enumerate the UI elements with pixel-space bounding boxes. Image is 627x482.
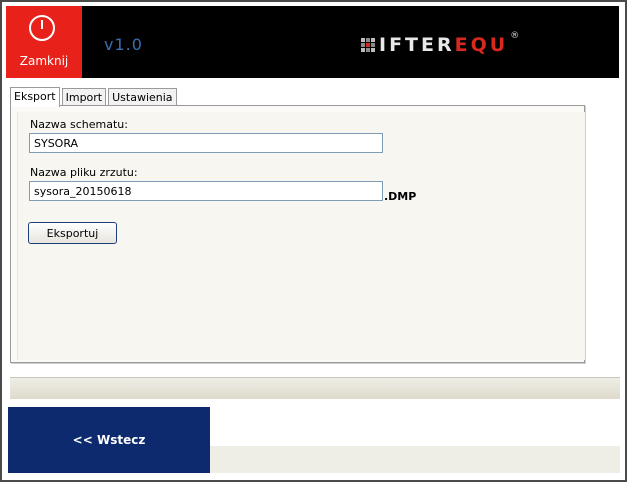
logo-text-white: IFTER (379, 34, 455, 56)
logo-mark-icon (361, 38, 375, 52)
power-icon (29, 15, 55, 41)
close-button[interactable]: Zamknij (6, 6, 82, 78)
tab-ustawienia[interactable]: Ustawienia (108, 88, 177, 106)
header-bar: Zamknij v1.0 IFTER EQU ® (6, 6, 619, 78)
dump-extension-label: .DMP (384, 190, 417, 203)
registered-mark: ® (510, 31, 520, 41)
brand-logo: IFTER EQU ® (361, 30, 519, 60)
logo-text-red: EQU (454, 34, 509, 56)
dump-file-input[interactable] (29, 181, 383, 201)
tab-strip: Eksport Import Ustawienia (10, 86, 179, 107)
close-button-label: Zamknij (19, 54, 69, 68)
back-button[interactable]: << Wstecz (8, 407, 210, 473)
status-bar (10, 377, 620, 399)
export-button[interactable]: Eksportuj (28, 222, 117, 244)
footer-strip (210, 446, 620, 473)
dump-file-label: Nazwa pliku zrzutu: (30, 166, 138, 179)
tab-import[interactable]: Import (61, 88, 107, 106)
version-label: v1.0 (104, 35, 143, 54)
tab-eksport[interactable]: Eksport (10, 87, 60, 107)
schema-name-label: Nazwa schematu: (30, 118, 128, 131)
schema-name-input[interactable] (29, 133, 383, 153)
